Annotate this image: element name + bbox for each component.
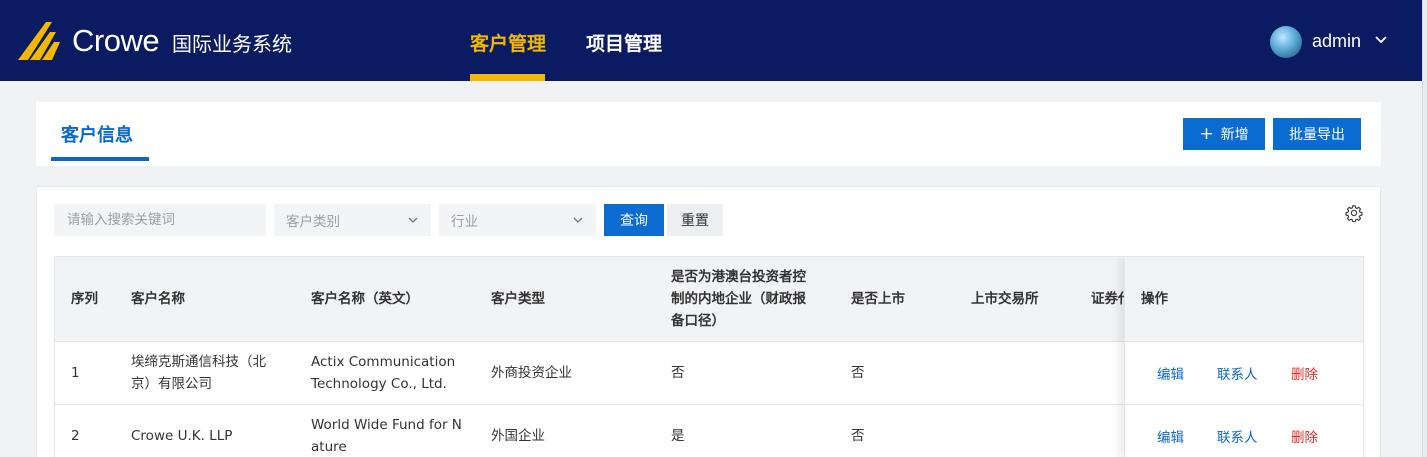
- add-button[interactable]: + 新增: [1183, 118, 1265, 150]
- cell-name-line: 京）有限公司: [131, 376, 212, 392]
- operations-column: 操作 编辑 联系人 删除 编辑 联系人 删除: [1124, 257, 1363, 457]
- chevron-down-icon[interactable]: [1374, 33, 1388, 47]
- cell-name-en: Actix Communication Technology Co., Ltd.: [311, 351, 455, 395]
- nav-customer-management[interactable]: 客户管理: [470, 29, 546, 56]
- title-tab-indicator: [51, 157, 149, 161]
- col-header-name-en: 客户名称（英文）: [311, 291, 419, 307]
- col-header-hk-line: 是否为港澳台投资者控: [671, 269, 806, 285]
- contacts-link[interactable]: 联系人: [1217, 426, 1258, 446]
- operations-cell: 编辑 联系人 删除: [1125, 342, 1363, 405]
- crowe-logo-icon: [18, 22, 60, 60]
- cell-name-en-line: Actix Communication: [311, 354, 456, 370]
- cell-listed: 否: [851, 365, 865, 381]
- col-header-hk-line: 制的内地企业（财政报: [671, 291, 806, 307]
- contacts-link[interactable]: 联系人: [1217, 363, 1258, 383]
- cell-index: 2: [71, 428, 80, 444]
- logo-text: Crowe: [72, 23, 160, 58]
- cell-name-en-line: ature: [311, 439, 347, 455]
- cell-type: 外国企业: [491, 428, 545, 444]
- nav-active-indicator: [470, 74, 545, 81]
- chevron-down-icon: [408, 217, 418, 223]
- col-header-exchange: 上市交易所: [971, 291, 1039, 307]
- customer-table: 序列 客户名称 客户名称（英文） 客户类型 是否为港澳台投资者控 制的内地企业（…: [54, 256, 1364, 457]
- window-edge: [1422, 0, 1427, 457]
- page-title[interactable]: 客户信息: [61, 121, 133, 147]
- delete-link[interactable]: 删除: [1291, 363, 1318, 383]
- user-avatar[interactable]: [1270, 26, 1302, 58]
- nav-project-management[interactable]: 项目管理: [586, 29, 662, 56]
- title-card: 客户信息 + 新增 批量导出: [36, 102, 1381, 166]
- operations-header: 操作: [1125, 257, 1363, 342]
- customer-type-placeholder: 客户类别: [286, 214, 340, 230]
- plus-icon: +: [1199, 123, 1214, 144]
- main-card: 客户类别 行业 查询 重置 序列 客户名称 客户名称（英文） 客户类型 是否为港…: [36, 186, 1381, 457]
- top-header: Crowe 国际业务系统 客户管理 项目管理 admin: [0, 0, 1422, 81]
- batch-export-button[interactable]: 批量导出: [1273, 118, 1361, 150]
- operations-cell: 编辑 联系人 删除: [1125, 405, 1363, 457]
- add-button-label: 新增: [1220, 127, 1249, 143]
- gear-icon[interactable]: [1345, 204, 1363, 222]
- reset-button[interactable]: 重置: [667, 204, 723, 236]
- cell-hk-controlled: 是: [671, 428, 685, 444]
- cell-listed: 否: [851, 428, 865, 444]
- industry-select[interactable]: 行业: [439, 204, 596, 236]
- col-header-type: 客户类型: [491, 291, 545, 307]
- query-button[interactable]: 查询: [604, 204, 664, 236]
- cell-name-en: World Wide Fund for N ature: [311, 414, 462, 457]
- cell-index: 1: [71, 365, 80, 381]
- col-header-actions: 操作: [1141, 291, 1168, 307]
- col-header-hk-controlled: 是否为港澳台投资者控 制的内地企业（财政报 备口径）: [671, 266, 821, 332]
- search-input[interactable]: [54, 204, 266, 236]
- col-header-index: 序列: [71, 291, 98, 307]
- col-header-name: 客户名称: [131, 291, 185, 307]
- cell-type: 外商投资企业: [491, 365, 572, 381]
- cell-name: Crowe U.K. LLP: [131, 428, 233, 444]
- edit-link[interactable]: 编辑: [1157, 426, 1184, 446]
- cell-name-en-line: World Wide Fund for N: [311, 417, 462, 433]
- cell-name-en-line: Technology Co., Ltd.: [311, 376, 447, 392]
- cell-hk-controlled: 否: [671, 365, 685, 381]
- cell-name-line: 埃缔克斯通信科技（北: [131, 354, 266, 370]
- delete-link[interactable]: 删除: [1291, 426, 1318, 446]
- customer-type-select[interactable]: 客户类别: [274, 204, 431, 236]
- user-name[interactable]: admin: [1312, 31, 1361, 52]
- industry-placeholder: 行业: [451, 214, 478, 230]
- edit-link[interactable]: 编辑: [1157, 363, 1184, 383]
- col-header-hk-line: 备口径）: [671, 313, 725, 329]
- cell-name: 埃缔克斯通信科技（北 京）有限公司: [131, 351, 266, 395]
- chevron-down-icon: [573, 217, 583, 223]
- col-header-listed: 是否上市: [851, 291, 905, 307]
- system-name: 国际业务系统: [172, 32, 292, 56]
